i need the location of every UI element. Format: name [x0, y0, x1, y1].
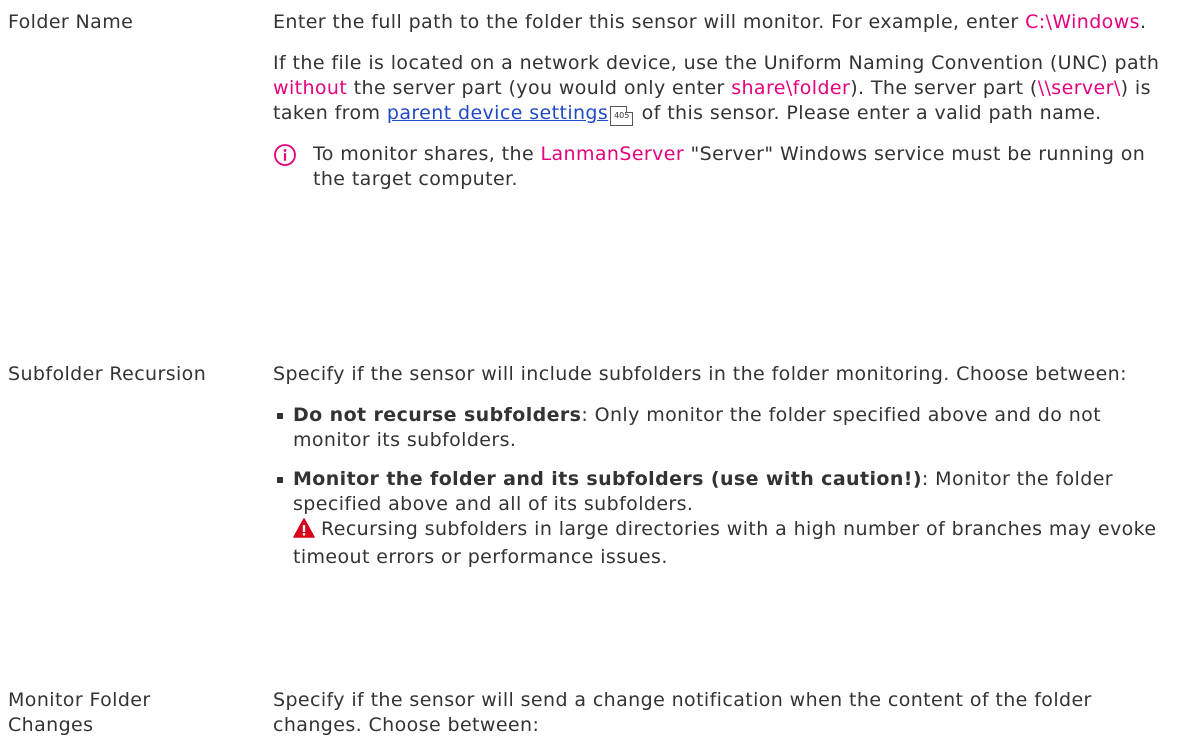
subfolder-recursion-description: Specify if the sensor will include subfo… [273, 362, 1173, 584]
monitor-folder-changes-intro: Specify if the sensor will send a change… [273, 689, 1092, 736]
folder-name-paragraph-2: If the file is located on a network devi… [273, 52, 1160, 126]
subfolder-recursion-label: Subfolder Recursion [8, 363, 207, 385]
monitor-folder-changes-description: Specify if the sensor will send a change… [273, 688, 1173, 754]
page-reference[interactable]: 405 [610, 106, 634, 126]
highlight-server: \\server\ [1037, 77, 1121, 99]
warning-text: Recursing subfolders in large directorie… [293, 518, 1157, 568]
option-do-not-recurse: Do not recurse subfolders [293, 404, 582, 426]
folder-name-paragraph-1: Enter the full path to the folder this s… [273, 11, 1147, 33]
list-item: Do not recurse subfolders: Only monitor … [273, 403, 1173, 453]
warning-icon [293, 518, 315, 545]
subfolder-recursion-intro: Specify if the sensor will include subfo… [273, 363, 1127, 385]
monitor-folder-changes-label: Monitor Folder Changes [8, 689, 151, 736]
folder-name-description: Enter the full path to the folder this s… [273, 10, 1173, 192]
info-icon [273, 143, 297, 174]
option-monitor-subfolders: Monitor the folder and its subfolders (u… [293, 468, 922, 490]
example-path: C:\Windows [1025, 11, 1140, 33]
highlight-share-folder: share\folder [731, 77, 851, 99]
recursion-options-list: Do not recurse subfolders: Only monitor … [273, 403, 1173, 570]
list-item: Monitor the folder and its subfolders (u… [273, 467, 1173, 570]
highlight-without: without [273, 77, 348, 99]
folder-name-label: Folder Name [8, 11, 134, 33]
parent-device-settings-link[interactable]: parent device settings [387, 102, 608, 124]
info-note: To monitor shares, the LanmanServer "Ser… [273, 142, 1173, 192]
highlight-lanmanserver: LanmanServer [540, 143, 685, 165]
